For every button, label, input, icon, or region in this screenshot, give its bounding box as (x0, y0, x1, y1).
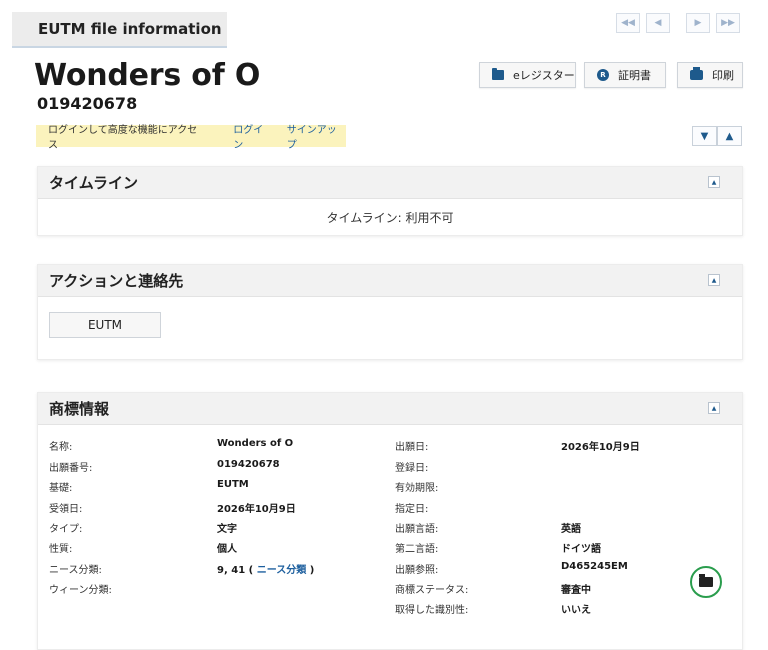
timeline-header: タイムライン ▲ (38, 167, 742, 199)
first-page-button[interactable]: ◀◀ (616, 13, 640, 33)
field-value: 9, 41 ( (217, 565, 254, 576)
field-label: 出願番号: (49, 463, 93, 474)
expand-collapse-controls: ▼ ▲ (692, 126, 742, 146)
certificate-button[interactable]: R 証明書 (584, 62, 666, 88)
contacts-panel: アクションと連絡先 ▲ EUTM (37, 264, 743, 360)
open-folder-icon[interactable] (690, 566, 722, 598)
field-value: 2026年10月9日 (561, 442, 640, 453)
pager-right: ▶ ▶▶ (686, 13, 740, 33)
field-label: 出願言語: (395, 524, 439, 535)
next-page-button[interactable]: ▶ (686, 13, 710, 33)
nice-classification-link[interactable]: ニース分類 (257, 565, 307, 576)
field-label: タイプ: (49, 524, 83, 535)
field-value: 文字 (217, 524, 237, 535)
collapse-toggle-icon[interactable]: ▲ (708, 402, 720, 414)
login-notice-text: ログインして高度な機能にアクセス (48, 125, 198, 151)
collapse-toggle-icon[interactable]: ▲ (708, 176, 720, 188)
folder-glyph-icon (699, 574, 713, 587)
printer-icon (690, 67, 703, 80)
field-label: 名称: (49, 442, 73, 453)
pager-left: ◀◀ ◀ (616, 13, 670, 33)
collapse-all-button[interactable]: ▲ (717, 126, 742, 146)
field-value: 019420678 (217, 459, 280, 470)
expand-all-button[interactable]: ▼ (692, 126, 717, 146)
timeline-message: タイムライン: 利用不可 (326, 210, 454, 225)
eregister-label: eレジスター (513, 69, 575, 82)
page-title: Wonders of O (34, 58, 261, 93)
status-value: 審査中 (561, 585, 591, 596)
trademark-info-panel: 商標情報 ▲ (37, 392, 743, 650)
field-value: 英語 (561, 524, 581, 535)
nice-classes-value: 9, 41 ( ニース分類 ) (217, 561, 314, 576)
field-label: 第二言語: (395, 544, 439, 555)
field-value: いいえ (561, 605, 591, 616)
field-label: 出願参照: (395, 565, 439, 576)
previous-page-button[interactable]: ◀ (646, 13, 670, 33)
field-value: D465245EM (561, 561, 628, 572)
field-label: 商標ステータス: (395, 585, 469, 596)
field-label: 指定日: (395, 504, 429, 515)
print-label: 印刷 (712, 69, 734, 82)
field-value: 2026年10月9日 (217, 504, 296, 515)
field-label: 有効期限: (395, 483, 439, 494)
folder-icon (492, 68, 504, 80)
field-label: 出願日: (395, 442, 429, 453)
login-link[interactable]: ログイン (233, 121, 273, 151)
field-label: 基礎: (49, 483, 73, 494)
trademark-info-title: 商標情報 (49, 400, 110, 418)
timeline-title: タイムライン (49, 174, 138, 192)
field-label: 取得した識別性: (395, 605, 469, 616)
certificate-label: 証明書 (618, 69, 651, 82)
field-label: ウィーン分類: (49, 585, 112, 596)
eutm-button[interactable]: EUTM (49, 312, 161, 338)
field-value: 個人 (217, 544, 237, 555)
contacts-header: アクションと連絡先 ▲ (38, 265, 742, 297)
field-value-suffix: ) (309, 565, 315, 576)
field-label: ニース分類: (49, 565, 102, 576)
eregister-button[interactable]: eレジスター (479, 62, 576, 88)
tab-eutm-file-information[interactable]: EUTM file information (12, 12, 227, 48)
certificate-icon: R (597, 69, 609, 81)
print-button[interactable]: 印刷 (677, 62, 743, 88)
field-label: 受領日: (49, 504, 83, 515)
field-label: 登録日: (395, 463, 429, 474)
login-notice: ログインして高度な機能にアクセス ログイン サインアップ (36, 125, 346, 151)
tab-label: EUTM file information (38, 20, 222, 38)
signup-link[interactable]: サインアップ (287, 121, 346, 151)
timeline-panel: タイムライン ▲ タイムライン: 利用不可 (37, 166, 743, 236)
last-page-button[interactable]: ▶▶ (716, 13, 740, 33)
application-number: 019420678 (37, 94, 138, 113)
field-value: ドイツ語 (561, 544, 601, 555)
collapse-toggle-icon[interactable]: ▲ (708, 274, 720, 286)
field-value: Wonders of O (217, 438, 294, 449)
field-value: EUTM (217, 479, 249, 490)
contacts-title: アクションと連絡先 (49, 272, 184, 290)
trademark-info-header: 商標情報 ▲ (38, 393, 742, 425)
field-label: 性質: (49, 544, 73, 555)
